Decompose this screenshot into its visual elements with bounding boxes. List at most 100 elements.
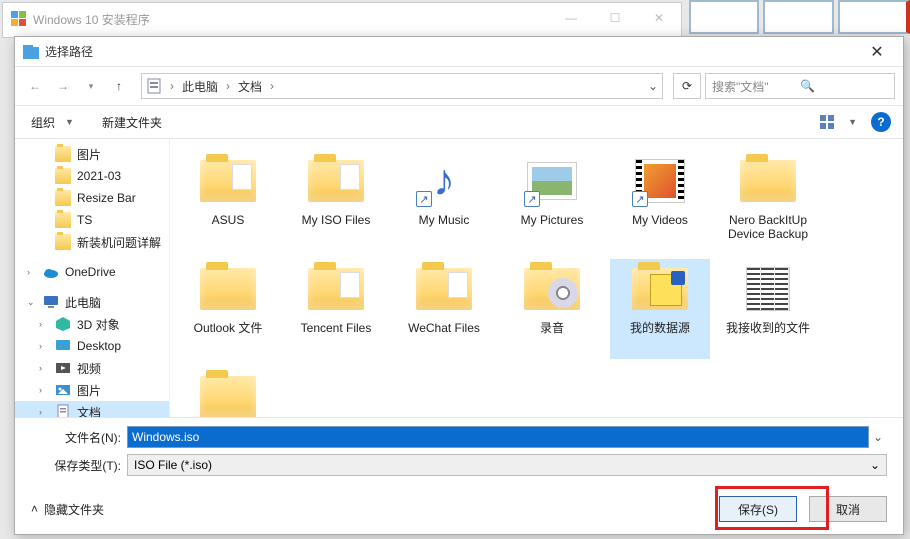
file-item[interactable]: WeChat Files <box>394 259 494 359</box>
folder-docs-icon <box>304 261 368 317</box>
save-dialog: 选择路径 ✕ ← → ▾ ↑ › 此电脑 › 文档 › ⌄ ⟳ 搜索"文档" 🔍… <box>14 36 904 535</box>
nav-forward-button[interactable]: → <box>51 74 75 98</box>
tree-item-3d-objects[interactable]: ›3D 对象 <box>15 313 169 335</box>
picture-icon: ↗ <box>520 153 584 209</box>
filename-dropdown-icon[interactable]: ⌄ <box>869 430 887 444</box>
file-item[interactable]: ♪↗ My Music <box>394 151 494 251</box>
breadcrumb-separator: › <box>268 79 276 93</box>
view-options-button[interactable] <box>814 111 842 133</box>
tree-item-resize-bar[interactable]: Resize Bar <box>15 187 169 209</box>
help-button[interactable]: ? <box>871 112 891 132</box>
nav-back-button[interactable]: ← <box>23 74 47 98</box>
address-bar[interactable]: › 此电脑 › 文档 › ⌄ <box>141 73 663 99</box>
file-item[interactable]: 我的数据源 <box>610 259 710 359</box>
file-item[interactable]: My ISO Files <box>286 151 386 251</box>
videos-icon <box>55 360 71 376</box>
folder-icon <box>55 190 71 206</box>
file-item[interactable]: ↗My Videos <box>610 151 710 251</box>
folder-docs-icon <box>196 153 260 209</box>
folder-icon <box>196 261 260 317</box>
tree-item-pictures2[interactable]: ›图片 <box>15 379 169 401</box>
file-list[interactable]: ASUS My ISO Files ♪↗ My Music ↗ My Pictures ↗M… <box>170 139 903 417</box>
shortcut-badge-icon: ↗ <box>632 191 648 207</box>
file-item[interactable]: ↗ My Pictures <box>502 151 602 251</box>
breadcrumb-root[interactable]: 此电脑 <box>182 78 218 95</box>
address-dropdown-icon[interactable]: ⌄ <box>648 79 658 93</box>
new-folder-button[interactable]: 新建文件夹 <box>98 114 166 131</box>
breadcrumb-separator: › <box>224 79 232 93</box>
filetype-label: 保存类型(T): <box>31 457 127 474</box>
background-windows <box>685 0 910 36</box>
tree-item-videos[interactable]: ›视频 <box>15 357 169 379</box>
filetype-combo[interactable]: ISO File (*.iso)⌄ <box>127 454 887 476</box>
search-input[interactable]: 搜索"文档" 🔍 <box>705 73 895 99</box>
file-item-label: 我接收到的文件 <box>726 321 810 335</box>
file-item[interactable]: 自定义 Office 模板 <box>178 367 278 417</box>
file-item-label: Tencent Files <box>301 321 372 335</box>
folder-icon <box>55 234 71 250</box>
documents-icon <box>146 78 162 94</box>
folder-docs-icon <box>304 153 368 209</box>
maximize-icon[interactable]: ☐ <box>593 3 637 33</box>
nav-recent-dropdown[interactable]: ▾ <box>79 74 103 98</box>
onedrive-icon <box>43 264 59 280</box>
dialog-close-button[interactable]: ✕ <box>859 38 895 66</box>
file-item-label: WeChat Files <box>408 321 480 335</box>
search-icon: 🔍 <box>800 79 888 93</box>
filename-label: 文件名(N): <box>31 429 127 446</box>
folder-icon <box>55 212 71 228</box>
file-item-label: My Pictures <box>521 213 584 227</box>
music-icon: ♪↗ <box>412 153 476 209</box>
nav-tree[interactable]: 图片 2021-03 Resize Bar TS 新装机问题详解 ›OneDri… <box>15 139 170 417</box>
file-item[interactable]: 录音 <box>502 259 602 359</box>
folder-docs-icon <box>412 261 476 317</box>
file-item-label: Outlook 文件 <box>194 321 263 335</box>
filename-fields: 文件名(N): Windows.iso ⌄ 保存类型(T): ISO File … <box>15 417 903 488</box>
nav-up-button[interactable]: ↑ <box>107 74 131 98</box>
nav-bar: ← → ▾ ↑ › 此电脑 › 文档 › ⌄ ⟳ 搜索"文档" 🔍 <box>15 67 903 105</box>
refresh-button[interactable]: ⟳ <box>673 73 701 99</box>
tree-item-documents[interactable]: ›文档 <box>15 401 169 417</box>
file-item-label: My Music <box>419 213 470 227</box>
video-icon: ↗ <box>628 153 692 209</box>
receipt-icon <box>736 261 800 317</box>
documents-icon <box>55 404 71 417</box>
dialog-titlebar: 选择路径 ✕ <box>15 37 903 67</box>
close-icon[interactable]: ✕ <box>637 3 681 33</box>
hide-folders-toggle[interactable]: ˄ 隐藏文件夹 <box>31 501 104 518</box>
breadcrumb-separator: › <box>168 79 176 93</box>
file-item[interactable]: ASUS <box>178 151 278 251</box>
file-item[interactable]: Nero BackItUp Device Backup <box>718 151 818 251</box>
tree-item-desktop[interactable]: ›Desktop <box>15 335 169 357</box>
breadcrumb-current[interactable]: 文档 <box>238 78 262 95</box>
file-item-label: ASUS <box>212 213 245 227</box>
db-icon <box>628 261 692 317</box>
chevron-down-icon[interactable]: ▼ <box>848 117 857 127</box>
folder-icon <box>55 146 71 162</box>
shortcut-badge-icon: ↗ <box>416 191 432 207</box>
tree-item-date-folder[interactable]: 2021-03 <box>15 165 169 187</box>
tree-item-onedrive[interactable]: ›OneDrive <box>15 261 169 283</box>
3d-icon <box>55 316 71 332</box>
tree-item-this-pc[interactable]: ⌄此电脑 <box>15 291 169 313</box>
file-item[interactable]: Tencent Files <box>286 259 386 359</box>
organize-button[interactable]: 组织 <box>27 114 59 131</box>
tree-item-reinstall[interactable]: 新装机问题详解 <box>15 231 169 253</box>
parent-window-title: Windows 10 安装程序 <box>33 11 150 28</box>
tree-item-pictures[interactable]: 图片 <box>15 143 169 165</box>
cancel-button[interactable]: 取消 <box>809 496 887 522</box>
save-button[interactable]: 保存(S) <box>719 496 797 522</box>
search-placeholder: 搜索"文档" <box>712 78 800 95</box>
dialog-title: 选择路径 <box>45 43 859 60</box>
cd-icon <box>520 261 584 317</box>
minimize-icon[interactable]: — <box>549 3 593 33</box>
filename-input[interactable]: Windows.iso <box>127 426 869 448</box>
tree-item-ts[interactable]: TS <box>15 209 169 231</box>
parent-window-controls: — ☐ ✕ <box>549 3 681 33</box>
file-item[interactable]: Outlook 文件 <box>178 259 278 359</box>
chevron-down-icon[interactable]: ▼ <box>65 117 74 127</box>
desktop-icon <box>55 338 71 354</box>
file-item[interactable]: 我接收到的文件 <box>718 259 818 359</box>
shortcut-badge-icon: ↗ <box>524 191 540 207</box>
bottom-bar: ˄ 隐藏文件夹 保存(S) 取消 <box>15 488 903 534</box>
